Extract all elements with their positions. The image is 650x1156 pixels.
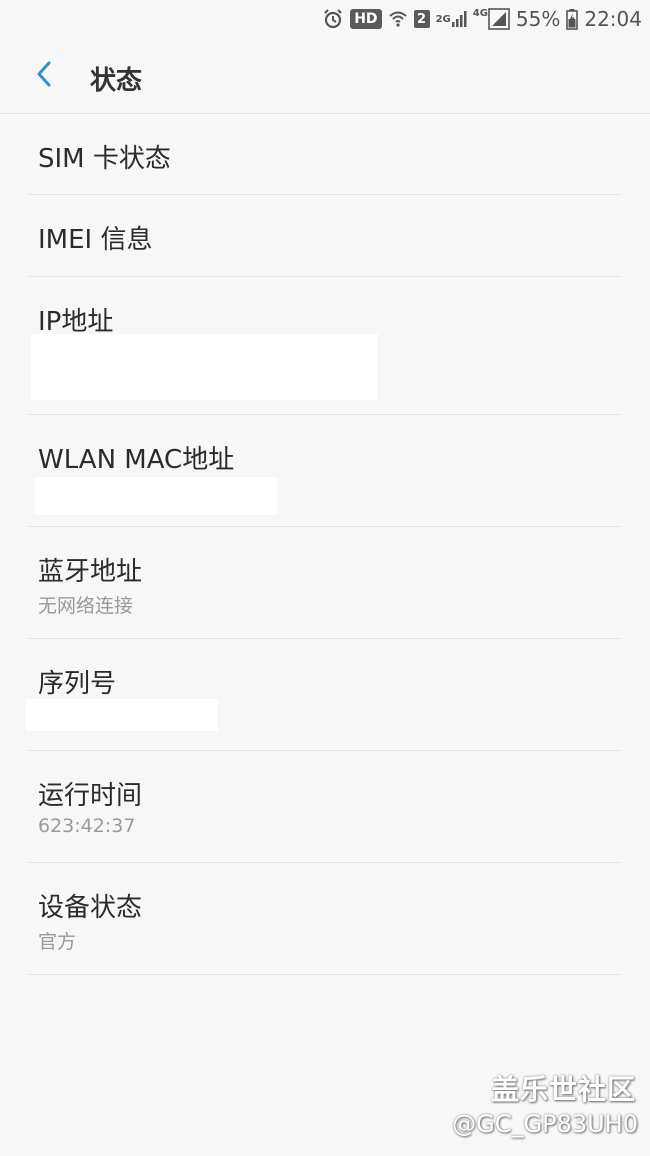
app-bar: 状态 [0,38,650,114]
signal-2g-icon: 2G [436,10,467,28]
list-item-wlan-mac: WLAN MAC地址 [28,415,622,527]
list-item-device-status: 设备状态 官方 [28,863,622,975]
network-4g-label: 4G [472,8,488,19]
alarm-icon [322,8,344,30]
list-item-imei-info[interactable]: IMEI 信息 [28,195,622,277]
list-item-sim-status[interactable]: SIM 卡状态 [28,114,622,195]
watermark-site: 盖乐世社区 [490,1073,636,1106]
hd-badge: HD [350,9,382,29]
list-item-title: 运行时间 [38,781,143,811]
list-item-bluetooth-address: 蓝牙地址 无网络连接 [28,527,622,639]
list-item-uptime: 运行时间 623:42:37 [28,751,622,863]
list-item-ip-address: IP地址 [28,277,622,415]
list-item-title: IP地址 [38,307,114,337]
list-item-subtitle: 623:42:37 [38,815,136,837]
signal-4g-icon: 4G [473,8,510,30]
chevron-left-icon [35,60,53,92]
list-item-title: 蓝牙地址 [38,557,143,587]
page-title: 状态 [90,66,143,96]
list-item-serial-number: 序列号 [26,639,622,751]
network-2g-label: 2G [435,13,451,25]
clock: 22:04 [584,7,642,31]
list-item-title: WLAN MAC地址 [38,445,235,475]
watermark-user: @GC_GP83UH0 [452,1110,638,1138]
redacted-value [35,477,277,515]
list-item-title: 序列号 [38,669,117,699]
list-item-title: IMEI 信息 [38,225,153,255]
status-bar: HD 2 2G 4G 55% 22:04 [0,0,650,38]
battery-icon [566,8,579,30]
sim-slot-badge: 2 [413,10,430,28]
list-item-subtitle: 官方 [38,931,77,953]
status-list: SIM 卡状态 IMEI 信息 IP地址 WLAN MAC地址 蓝牙地址 无网络… [0,114,650,975]
list-item-subtitle: 无网络连接 [38,595,134,617]
redacted-value [26,699,218,731]
wifi-icon [388,8,408,30]
battery-percent: 55% [515,7,561,31]
list-item-title: 设备状态 [38,893,143,923]
redacted-value [31,334,378,400]
back-button[interactable] [26,58,62,94]
list-item-title: SIM 卡状态 [38,144,171,174]
